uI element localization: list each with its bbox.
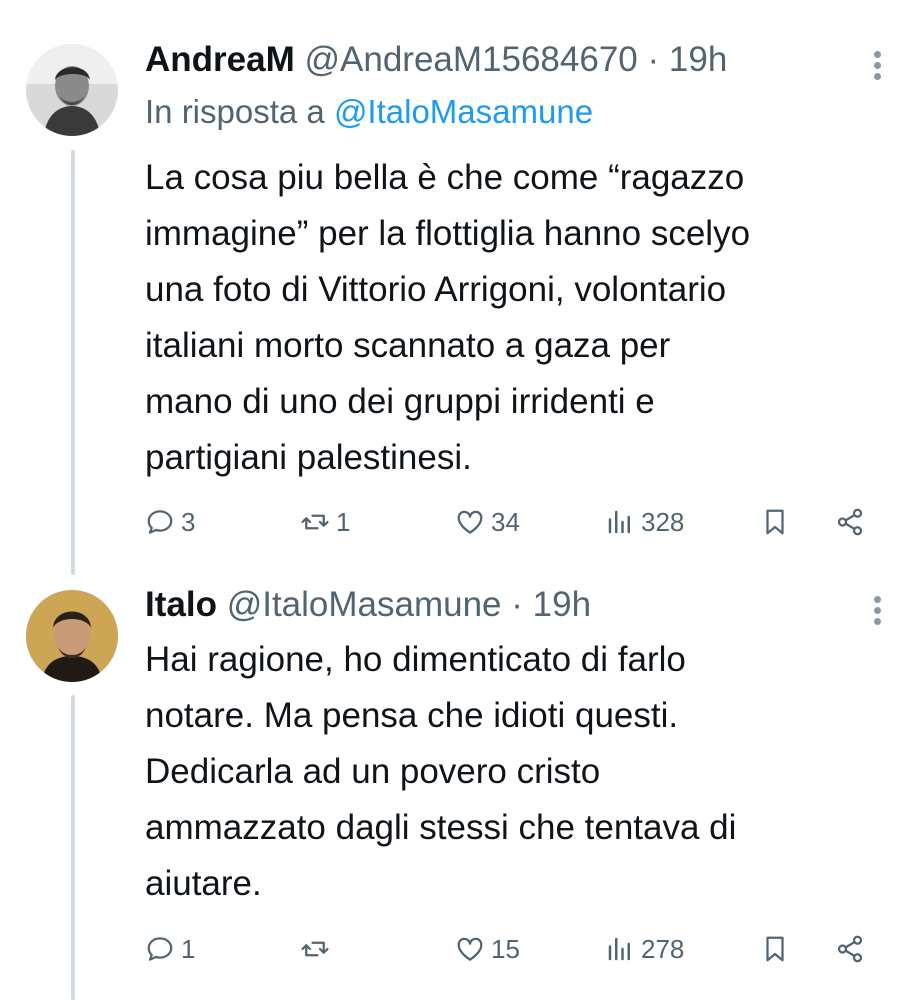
repost-count: 1 — [336, 507, 351, 537]
repost-icon — [301, 941, 329, 957]
text-line: Hai ragione, ho dimenticato di farlo — [145, 640, 686, 679]
more-options-icon[interactable] — [872, 593, 882, 629]
tweet-header: AndreaM @AndreaM15684670 · 19h — [145, 40, 727, 80]
text-line: italiani morto scannato a gaza per — [145, 326, 671, 365]
action-bar: 3 1 34 328 — [145, 498, 885, 546]
reply-icon — [147, 937, 173, 961]
user-handle[interactable]: @AndreaM15684670 — [304, 40, 637, 79]
heart-icon — [457, 510, 483, 534]
like-count: 34 — [491, 507, 520, 537]
reply-icon — [147, 510, 173, 534]
text-line: aiutare. — [145, 864, 262, 903]
like-button[interactable]: 34 — [455, 498, 520, 546]
replying-to: In risposta a @ItaloMasamune — [145, 93, 593, 131]
tweet-text: La cosa piu bella è che come “ragazzo im… — [145, 150, 905, 486]
reply-count: 3 — [181, 507, 196, 537]
like-count: 15 — [491, 934, 520, 964]
views-count: 328 — [641, 507, 685, 537]
display-name[interactable]: Italo — [145, 585, 217, 624]
thread-line — [71, 695, 75, 1000]
avatar[interactable] — [26, 590, 118, 682]
separator: · — [511, 585, 523, 624]
repost-button[interactable] — [300, 925, 336, 973]
user-handle[interactable]: @ItaloMasamune — [227, 585, 502, 624]
replying-to-link[interactable]: @ItaloMasamune — [334, 93, 593, 130]
share-button[interactable] — [835, 925, 871, 973]
share-icon — [837, 508, 863, 536]
repost-icon — [301, 514, 329, 530]
action-bar: 1 15 278 — [145, 925, 885, 973]
text-line: ammazzato dagli stessi che tentava di — [145, 808, 737, 847]
bookmark-button[interactable] — [760, 498, 796, 546]
tweet-header: Italo @ItaloMasamune · 19h — [145, 585, 591, 625]
bookmark-button[interactable] — [760, 925, 796, 973]
text-line: notare. Ma pensa che idioti questi. — [145, 696, 679, 735]
heart-icon — [457, 937, 483, 961]
views-button[interactable]: 328 — [605, 498, 684, 546]
text-line: partigiani palestinesi. — [145, 438, 472, 477]
thread-line — [71, 150, 75, 575]
reply-button[interactable]: 1 — [145, 925, 195, 973]
views-icon — [608, 937, 630, 961]
timestamp[interactable]: 19h — [669, 40, 727, 79]
views-count: 278 — [641, 934, 685, 964]
views-button[interactable]: 278 — [605, 925, 684, 973]
text-line: mano di uno dei gruppi irridenti e — [145, 382, 655, 421]
repost-button[interactable]: 1 — [300, 498, 350, 546]
like-button[interactable]: 15 — [455, 925, 520, 973]
text-line: Dedicarla ad un povero cristo — [145, 752, 601, 791]
tweet-text: Hai ragione, ho dimenticato di farlo not… — [145, 632, 905, 912]
more-options-icon[interactable] — [872, 48, 882, 84]
avatar[interactable] — [26, 44, 118, 136]
bookmark-icon — [766, 936, 784, 962]
reply-button[interactable]: 3 — [145, 498, 195, 546]
replying-prefix: In risposta a — [145, 93, 325, 130]
bookmark-icon — [766, 509, 784, 535]
text-line: La cosa piu bella è che come “ragazzo — [145, 158, 745, 197]
separator: · — [647, 40, 660, 79]
reply-count: 1 — [181, 934, 196, 964]
text-line: immagine” per la flottiglia hanno scelyo — [145, 214, 751, 253]
display-name[interactable]: AndreaM — [145, 40, 295, 79]
views-icon — [608, 510, 630, 534]
share-button[interactable] — [835, 498, 871, 546]
share-icon — [837, 935, 863, 963]
timestamp[interactable]: 19h — [533, 585, 591, 624]
text-line: una foto di Vittorio Arrigoni, volontari… — [145, 270, 727, 309]
